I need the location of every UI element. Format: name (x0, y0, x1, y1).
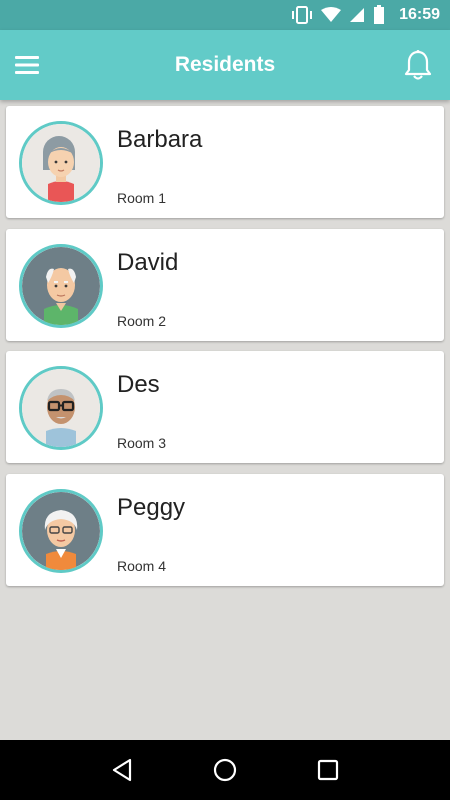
avatar-david (19, 243, 103, 328)
home-icon[interactable] (210, 755, 240, 785)
app-bar: Residents (0, 30, 450, 100)
resident-room: Room 2 (117, 312, 167, 329)
bell-icon[interactable] (404, 49, 432, 81)
avatar-des (19, 366, 103, 450)
system-nav-bar (0, 740, 450, 800)
vibrate-icon (292, 6, 313, 24)
avatar-peggy (19, 488, 103, 573)
resident-room: Room 1 (117, 190, 167, 206)
resident-card-peggy[interactable]: Peggy Room 4 (6, 473, 444, 586)
residents-list: Barbara Room 1 David Room 2 Des Room 3 P… (6, 106, 444, 596)
resident-card-barbara[interactable]: Barbara Room 1 (6, 106, 444, 218)
cell-signal-icon (350, 8, 365, 22)
resident-room: Room 3 (117, 435, 167, 451)
resident-room: Room 4 (117, 557, 167, 574)
resident-name: David (117, 248, 179, 276)
resident-card-david[interactable]: David Room 2 (6, 228, 444, 341)
menu-icon[interactable] (14, 53, 40, 77)
resident-name: Des (117, 371, 160, 398)
page-title: Residents (174, 53, 276, 76)
resident-card-des[interactable]: Des Room 3 (6, 351, 444, 463)
avatar-barbara (19, 121, 103, 205)
clock: 16:59 (399, 6, 440, 23)
wifi-icon (321, 7, 342, 22)
back-icon[interactable] (107, 755, 137, 785)
recents-icon[interactable] (313, 755, 343, 785)
resident-name: Peggy (117, 493, 186, 521)
status-bar: 16:59 (0, 0, 450, 30)
resident-name: Barbara (117, 126, 203, 153)
battery-icon (374, 5, 385, 24)
